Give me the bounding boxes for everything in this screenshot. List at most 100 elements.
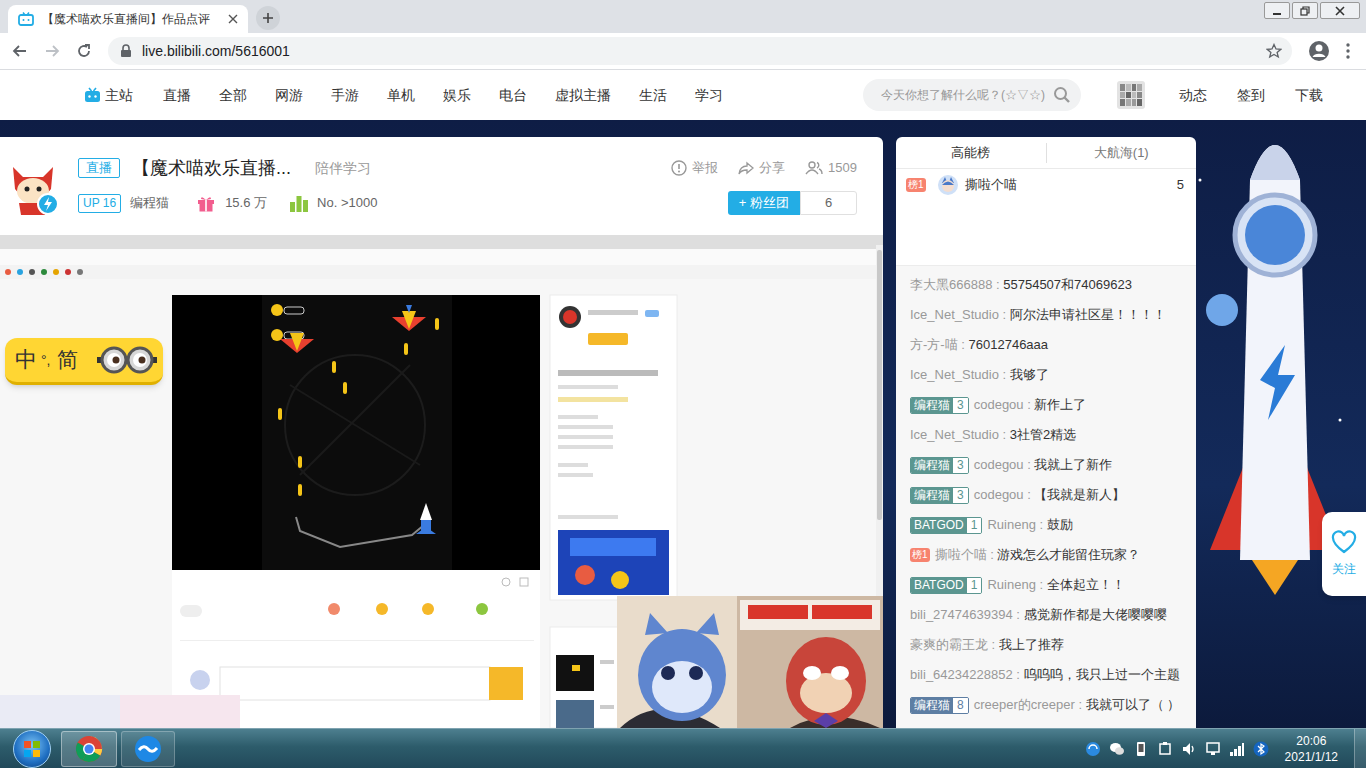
room-title: 【魔术喵欢乐直播... — [132, 155, 291, 182]
medal-level: 1 — [967, 578, 982, 593]
lock-icon — [120, 44, 132, 58]
translator-item[interactable]: 中 — [15, 347, 37, 373]
chat-user[interactable]: codegou — [974, 455, 1024, 475]
fan-medal[interactable]: 编程猫3 — [910, 487, 969, 504]
sync-icon[interactable] — [1085, 741, 1101, 757]
chat-user[interactable]: Ruineng — [987, 515, 1035, 535]
minimize-button[interactable] — [1264, 2, 1290, 19]
nav-item[interactable]: 虚拟主播 — [555, 85, 611, 106]
chrome-taskbar-button[interactable] — [61, 731, 117, 767]
volume-icon[interactable] — [1181, 741, 1197, 757]
account-icon[interactable] — [1308, 40, 1330, 62]
chat-user[interactable]: creeper的creeper — [974, 695, 1075, 715]
chat-user[interactable]: Ice_Net_Studio — [910, 425, 999, 445]
rank-tab-label: 大航海(1) — [1094, 143, 1149, 163]
nav-item[interactable]: 直播 — [163, 85, 191, 106]
show-desktop-button[interactable] — [1354, 729, 1366, 768]
rank-tab[interactable]: 大航海(1) — [1046, 143, 1197, 163]
browser-tab[interactable]: 【魔术喵欢乐直播间】作品点评 — [8, 5, 248, 33]
translator-widget[interactable]: 中°, 简 — [5, 338, 163, 385]
bilibili-icon — [18, 11, 34, 27]
chat-separator: : — [1024, 485, 1035, 505]
report-button[interactable]: 举报 — [671, 158, 718, 178]
restore-button[interactable] — [1292, 2, 1318, 19]
nav-item[interactable]: 娱乐 — [443, 85, 471, 106]
chat-user[interactable]: 方-方-喵 — [910, 335, 958, 355]
omnibox[interactable]: live.bilibili.com/5616001 — [108, 37, 1292, 65]
chat-user[interactable]: Ice_Net_Studio — [910, 365, 999, 385]
wechat-icon[interactable] — [1109, 741, 1125, 757]
chat-user[interactable]: bili_27474639394 — [910, 605, 1013, 625]
rank-bars-icon — [289, 194, 309, 212]
report-label: 举报 — [692, 158, 718, 178]
fan-medal[interactable]: BATGOD1 — [910, 577, 982, 594]
chat-user[interactable]: bili_64234228852 — [910, 665, 1013, 685]
nav-item[interactable]: 学习 — [695, 85, 723, 106]
bluetooth-icon[interactable] — [1253, 741, 1269, 757]
close-icon[interactable] — [228, 14, 238, 24]
close-window-button[interactable] — [1320, 2, 1360, 19]
nav-item[interactable]: 单机 — [387, 85, 415, 106]
fan-medal[interactable]: 编程猫3 — [910, 397, 969, 414]
translator-item[interactable]: °, — [41, 352, 51, 369]
chat-user[interactable]: 李大黑666888 — [910, 275, 992, 295]
nav-link[interactable]: 动态 — [1179, 85, 1207, 106]
follow-button[interactable]: 关注 — [1322, 512, 1366, 596]
search-input[interactable] — [881, 86, 1053, 104]
reload-icon[interactable] — [76, 43, 92, 59]
nav-item[interactable]: 电台 — [499, 85, 527, 106]
nav-item[interactable]: 网游 — [275, 85, 303, 106]
network-icon[interactable] — [1205, 741, 1221, 757]
video-player[interactable] — [0, 235, 883, 728]
medal-name: 编程猫 — [911, 458, 953, 473]
uploader-name[interactable]: 编程猫 — [130, 193, 169, 213]
fan-medal[interactable]: 编程猫8 — [910, 697, 969, 714]
streamer-avatar[interactable] — [5, 155, 61, 215]
chat-text: 55754507和74069623 — [1003, 275, 1132, 295]
nav-item[interactable]: 全部 — [219, 85, 247, 106]
signal-icon[interactable] — [1229, 741, 1245, 757]
clock[interactable]: 20:06 2021/1/12 — [1285, 733, 1338, 765]
menu-icon[interactable] — [1346, 43, 1350, 59]
chat-separator: : — [987, 545, 998, 565]
fan-medal[interactable]: 编程猫3 — [910, 457, 969, 474]
search-icon[interactable] — [1053, 86, 1071, 104]
nav-link[interactable]: 签到 — [1237, 85, 1265, 106]
chat-user[interactable]: 撕啦个喵 — [935, 545, 987, 565]
chat-message: 编程猫3codegou : 【我就是新人】 — [896, 480, 1196, 510]
share-button[interactable]: 分享 — [738, 158, 785, 178]
device-icon[interactable] — [1133, 741, 1149, 757]
fan-club-button[interactable]: + 粉丝团 — [728, 191, 800, 215]
gift-icon — [197, 195, 215, 212]
back-icon[interactable] — [12, 43, 28, 59]
chat-message: Ice_Net_Studio : 阿尔法申请社区星！！！！ — [896, 300, 1196, 330]
chat-user[interactable]: 豪爽的霸王龙 — [910, 635, 988, 655]
app-taskbar-button[interactable] — [121, 731, 175, 767]
rank-name[interactable]: 撕啦个喵 — [965, 175, 1017, 195]
chat-text: 全体起立！！ — [1047, 575, 1125, 595]
start-button[interactable] — [13, 730, 51, 768]
chat-user[interactable]: Ruineng — [987, 575, 1035, 595]
nav-item[interactable]: 生活 — [639, 85, 667, 106]
new-tab-button[interactable] — [256, 6, 280, 30]
chat-user[interactable]: codegou — [974, 395, 1024, 415]
rank-entry[interactable]: 榜1撕啦个喵5 — [896, 169, 1196, 201]
star-icon[interactable] — [1266, 43, 1282, 59]
user-avatar[interactable] — [1117, 81, 1145, 109]
nav-item[interactable]: 手游 — [331, 85, 359, 106]
app-icon — [134, 735, 162, 763]
chrome-icon — [75, 735, 103, 763]
chat-user[interactable]: Ice_Net_Studio — [910, 305, 999, 325]
search-box[interactable] — [863, 79, 1081, 111]
nav-link[interactable]: 下载 — [1295, 85, 1323, 106]
chat-text: 我就可以了（ ） — [1086, 695, 1181, 715]
fan-medal[interactable]: BATGOD1 — [910, 517, 982, 534]
restore-icon — [1300, 6, 1310, 16]
chat-user[interactable]: codegou — [974, 485, 1024, 505]
rank-tab[interactable]: 高能榜 — [896, 143, 1046, 163]
home-link[interactable]: 主站 — [84, 85, 133, 106]
power-icon[interactable] — [1157, 741, 1173, 757]
forward-icon[interactable] — [44, 43, 60, 59]
room-area[interactable]: 陪伴学习 — [315, 158, 371, 179]
translator-item[interactable]: 简 — [57, 347, 78, 372]
